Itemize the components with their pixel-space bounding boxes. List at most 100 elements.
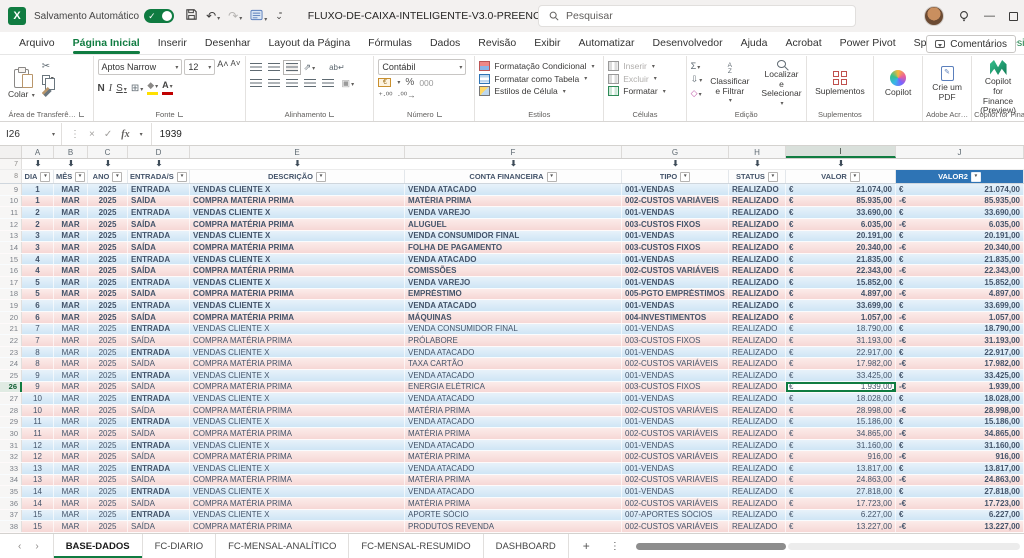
underline-button[interactable]: S▾ xyxy=(116,83,127,94)
cell[interactable]: MATÉRIA PRIMA xyxy=(405,475,622,486)
cell[interactable]: VENDA ATACADO xyxy=(405,463,622,474)
cell[interactable]: 2025 xyxy=(88,358,128,369)
font-size-select[interactable]: 12▾ xyxy=(184,59,215,75)
cell[interactable]: VENDA ATACADO xyxy=(405,393,622,404)
cell[interactable]: 001-VENDAS xyxy=(622,393,729,404)
cell[interactable]: REALIZADO xyxy=(729,486,786,497)
column-letter-J[interactable]: J xyxy=(896,146,1024,158)
cell[interactable]: VENDA CONSUMIDOR FINAL xyxy=(405,231,622,242)
cell[interactable]: 002-CUSTOS VARIÁVEIS xyxy=(622,451,729,462)
cell[interactable]: 001-VENDAS xyxy=(622,370,729,381)
cell[interactable]: COMPRA MATÉRIA PRIMA xyxy=(190,382,405,393)
row-number[interactable]: 33 xyxy=(0,463,22,474)
decrease-indent-button[interactable] xyxy=(304,79,316,88)
tab-desenvolvedor[interactable]: Desenvolvedor xyxy=(644,33,732,54)
cell-valor[interactable]: €1.057,00 xyxy=(786,312,896,323)
row-number[interactable]: 34 xyxy=(0,475,22,486)
cell[interactable]: MAR xyxy=(54,231,88,242)
cell[interactable]: 2025 xyxy=(88,498,128,509)
tab-desenhar[interactable]: Desenhar xyxy=(196,33,260,54)
filter-arrow-icon[interactable]: ⬇ xyxy=(190,159,405,169)
cell[interactable]: VENDAS CLIENTE X xyxy=(190,370,405,381)
cell[interactable]: MAR xyxy=(54,184,88,195)
cell[interactable]: COMPRA MATÉRIA PRIMA xyxy=(190,196,405,207)
column-letter-A[interactable]: A xyxy=(22,146,54,158)
bold-button[interactable]: N xyxy=(98,83,105,94)
cell-valor[interactable]: €6.227,00 xyxy=(786,510,896,521)
cell[interactable]: REALIZADO xyxy=(729,382,786,393)
lightbulb-icon[interactable] xyxy=(958,10,970,22)
minimize-button[interactable]: — xyxy=(984,10,995,22)
cell[interactable]: SAÍDA xyxy=(128,405,190,416)
row-number[interactable]: 38 xyxy=(0,521,22,532)
cell[interactable]: 12 xyxy=(22,440,54,451)
filter-arrow-icon[interactable]: ⬇ xyxy=(54,159,88,169)
cell[interactable]: 2025 xyxy=(88,347,128,358)
cell[interactable]: MAR xyxy=(54,312,88,323)
cell[interactable]: MAR xyxy=(54,207,88,218)
cell[interactable]: 12 xyxy=(22,451,54,462)
cell-valor2[interactable]: €13.817,00 xyxy=(896,463,1024,474)
cell[interactable]: MAR xyxy=(54,451,88,462)
cell[interactable]: 10 xyxy=(22,405,54,416)
cell[interactable]: VENDAS CLIENTE X xyxy=(190,486,405,497)
italic-button[interactable]: I xyxy=(109,83,112,94)
filter-dropdown-button[interactable]: ▾ xyxy=(40,172,50,182)
cell[interactable]: 3 xyxy=(22,242,54,253)
cell[interactable]: REALIZADO xyxy=(729,300,786,311)
filter-arrow-icon[interactable]: ⬇ xyxy=(22,159,54,169)
cell[interactable]: ENERGIA ELÉTRICA xyxy=(405,382,622,393)
cell[interactable]: 002-CUSTOS VARIÁVEIS xyxy=(622,521,729,532)
font-name-select[interactable]: Aptos Narrow▾ xyxy=(98,59,183,75)
row-number[interactable]: 14 xyxy=(0,242,22,253)
cell[interactable]: VENDAS CLIENTE X xyxy=(190,324,405,335)
align-right-button[interactable] xyxy=(286,79,298,88)
cell[interactable]: 9 xyxy=(22,370,54,381)
row-number[interactable]: 32 xyxy=(0,451,22,462)
cell-valor2[interactable]: -€916,00 xyxy=(896,451,1024,462)
cell-valor[interactable]: €13.227,00 xyxy=(786,521,896,532)
cell[interactable]: MAR xyxy=(54,196,88,207)
tab-arquivo[interactable]: Arquivo xyxy=(10,33,64,54)
cell[interactable]: COMPRA MATÉRIA PRIMA xyxy=(190,405,405,416)
row-number[interactable]: 15 xyxy=(0,254,22,265)
cell[interactable]: 4 xyxy=(22,254,54,265)
cell-valor[interactable]: €15.186,00 xyxy=(786,417,896,428)
comma-style-button[interactable]: 000 xyxy=(419,78,433,88)
drag-handle-icon[interactable]: ⋮ xyxy=(70,129,80,140)
cell[interactable]: REALIZADO xyxy=(729,393,786,404)
cell-valor2[interactable]: -€1.057,00 xyxy=(896,312,1024,323)
cell[interactable]: 2025 xyxy=(88,382,128,393)
cell[interactable]: 2025 xyxy=(88,265,128,276)
borders-button[interactable]: ⊞▾ xyxy=(131,83,143,94)
cell[interactable]: MAR xyxy=(54,289,88,300)
cell[interactable]: FOLHA DE PAGAMENTO xyxy=(405,242,622,253)
create-pdf-button[interactable]: ✎ Crie um PDF xyxy=(927,65,967,104)
fill-color-button[interactable]: ◆▾ xyxy=(147,81,158,95)
cell[interactable]: REALIZADO xyxy=(729,231,786,242)
row-number[interactable]: 11 xyxy=(0,207,22,218)
cell[interactable]: 9 xyxy=(22,382,54,393)
sheet-tab-dashboard[interactable]: DASHBOARD xyxy=(484,534,569,558)
cell[interactable]: 001-VENDAS xyxy=(622,486,729,497)
number-format-select[interactable]: Contábil▾ xyxy=(378,59,466,75)
row-number[interactable]: 35 xyxy=(0,486,22,497)
copy-button[interactable]: ▾ xyxy=(42,74,54,85)
formula-input[interactable]: 1939 xyxy=(152,129,182,140)
dialog-launcher-icon[interactable] xyxy=(329,112,334,117)
format-as-table-button[interactable]: Formatar como Tabela▾ xyxy=(479,74,594,84)
cell[interactable]: COMPRA MATÉRIA PRIMA xyxy=(190,521,405,532)
scrollbar-track[interactable] xyxy=(788,543,1020,550)
cell[interactable]: VENDAS CLIENTE X xyxy=(190,300,405,311)
cell[interactable]: ENTRADA xyxy=(128,370,190,381)
tab-exibir[interactable]: Exibir xyxy=(525,33,569,54)
cell-valor[interactable]: €21.074,00 xyxy=(786,184,896,195)
row-number[interactable]: 7 xyxy=(0,159,22,169)
column-letter-I[interactable]: I xyxy=(786,146,896,158)
grow-font-button[interactable]: A˄ xyxy=(217,59,228,75)
dialog-launcher-icon[interactable] xyxy=(79,112,84,117)
cell[interactable]: MAR xyxy=(54,417,88,428)
cell[interactable]: REALIZADO xyxy=(729,254,786,265)
insert-cells-button[interactable]: Inserir▾ xyxy=(608,61,666,71)
merge-center-button[interactable]: ▣▾ xyxy=(342,78,355,89)
